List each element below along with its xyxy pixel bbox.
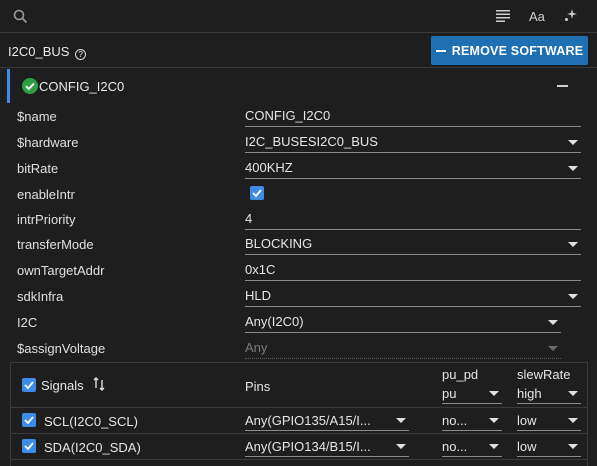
chevron-down-icon (568, 391, 578, 396)
signal-slew-value: low (517, 413, 537, 428)
signal-checkbox[interactable] (22, 439, 36, 453)
name-field[interactable]: CONFIG_I2C0 (245, 107, 581, 127)
pins-header-label: Pins (245, 379, 271, 394)
list-icon[interactable] (496, 8, 510, 25)
chevron-down-icon (568, 294, 578, 299)
owntargetaddr-value: 0x1C (245, 262, 276, 277)
table-row: SCL(I2C0_SCL) Any(GPIO135/A15/I... no...… (11, 408, 587, 434)
check-circle-icon (22, 78, 38, 97)
signal-pupd-select[interactable]: no... (442, 411, 502, 431)
pupd-header-label: pu_pd (442, 367, 479, 382)
chevron-down-icon (396, 444, 406, 449)
signal-name: SDA(I2C0_SDA) (44, 440, 141, 455)
param-label-sdkinfra: sdkInfra (17, 289, 64, 304)
slewrate-all-value: high (517, 386, 542, 401)
signals-table-header: Signals Pins pu_pd pu slewRate high (11, 363, 587, 408)
param-label-transfermode: transferMode (17, 237, 94, 252)
config-title: CONFIG_I2C0 (39, 79, 125, 94)
table-row: SDA(I2C0_SDA) Any(GPIO134/B15/I... no...… (11, 434, 587, 460)
signal-slew-select[interactable]: low (517, 411, 581, 431)
name-value: CONFIG_I2C0 (245, 108, 331, 123)
assignvoltage-select: Any (245, 339, 561, 359)
hardware-value: I2C_BUSESI2C0_BUS (245, 134, 378, 149)
param-label-i2c: I2C (17, 315, 38, 330)
chevron-down-icon (489, 444, 499, 449)
chevron-down-icon (548, 346, 558, 351)
i2c-value: Any(I2C0) (245, 314, 304, 329)
help-icon[interactable]: ? (75, 49, 87, 60)
remove-software-label: REMOVE SOFTWARE (451, 43, 584, 58)
intrpriority-field[interactable]: 4 (245, 210, 581, 230)
intrpriority-value: 4 (245, 211, 253, 226)
signal-name: SCL(I2C0_SCL) (44, 414, 138, 429)
transfermode-select[interactable]: BLOCKING (245, 235, 581, 255)
chevron-down-icon (568, 166, 578, 171)
chevron-down-icon (548, 320, 558, 325)
config-header[interactable]: CONFIG_I2C0 (7, 69, 597, 103)
param-label-assignvoltage: $assignVoltage (17, 341, 106, 356)
signal-pin-select[interactable]: Any(GPIO135/A15/I... (245, 411, 409, 431)
signal-pupd-value: no... (442, 413, 468, 428)
assignvoltage-value: Any (245, 340, 268, 355)
remove-software-button[interactable]: REMOVE SOFTWARE (431, 36, 588, 65)
hardware-select[interactable]: I2C_BUSESI2C0_BUS (245, 133, 581, 153)
chevron-down-icon (396, 418, 406, 423)
param-label-bitrate: bitRate (17, 161, 59, 176)
chevron-down-icon (568, 444, 578, 449)
minus-icon (435, 49, 446, 52)
signal-slew-value: low (517, 439, 537, 454)
owntargetaddr-field[interactable]: 0x1C (245, 261, 581, 281)
collapse-icon[interactable] (557, 85, 568, 87)
signal-pupd-value: no... (442, 439, 468, 454)
search-icon[interactable] (13, 9, 28, 27)
signal-pupd-select[interactable]: no... (442, 437, 502, 457)
chevron-down-icon (489, 418, 499, 423)
signal-checkbox[interactable] (22, 413, 36, 427)
chevron-down-icon (568, 242, 578, 247)
signal-pin-value: Any(GPIO134/B15/I... (245, 439, 371, 454)
sparkle-icon[interactable] (564, 8, 578, 25)
param-label-owntargetaddr: ownTargetAddr (17, 263, 105, 278)
font-size-button[interactable]: Aa (529, 9, 545, 24)
enableintr-checkbox[interactable] (250, 186, 264, 200)
param-label-name: $name (17, 109, 57, 124)
bitrate-select[interactable]: 400KHZ (245, 159, 581, 179)
bitrate-value: 400KHZ (245, 160, 293, 175)
sdkinfra-value: HLD (245, 288, 272, 303)
toolbar: Aa (0, 0, 597, 33)
signal-slew-select[interactable]: low (517, 437, 581, 457)
param-label-intrpriority: intrPriority (17, 212, 76, 227)
signals-select-all-checkbox[interactable] (22, 378, 36, 392)
chevron-down-icon (489, 391, 499, 396)
signal-pin-value: Any(GPIO135/A15/I... (245, 413, 371, 428)
chevron-down-icon (568, 418, 578, 423)
module-title: I2C0_BUS ? (8, 44, 87, 60)
pupd-all-select[interactable]: pu (442, 384, 502, 404)
sort-icon[interactable] (93, 377, 105, 394)
transfermode-value: BLOCKING (245, 236, 313, 251)
chevron-down-icon (568, 140, 578, 145)
i2c-select[interactable]: Any(I2C0) (245, 313, 561, 333)
slewrate-all-select[interactable]: high (517, 384, 581, 404)
slewrate-header-label: slewRate (517, 367, 571, 382)
param-label-hardware: $hardware (17, 135, 79, 150)
signals-header-label: Signals (41, 378, 84, 393)
signals-table: Signals Pins pu_pd pu slewRate high SCL(… (10, 362, 588, 466)
pupd-all-value: pu (442, 386, 457, 401)
signal-pin-select[interactable]: Any(GPIO134/B15/I... (245, 437, 409, 457)
sdkinfra-select[interactable]: HLD (245, 287, 581, 307)
param-label-enableintr: enableIntr (17, 187, 75, 202)
